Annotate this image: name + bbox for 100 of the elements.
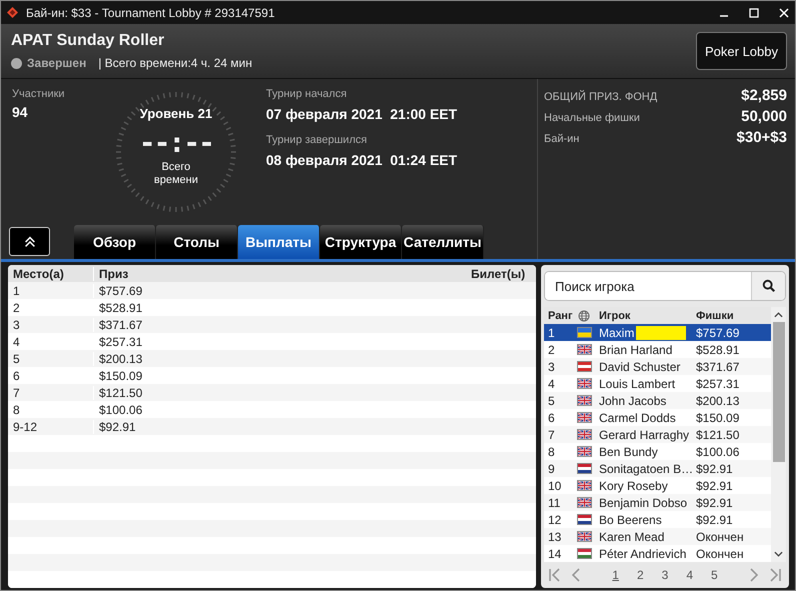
player-name: Sonitagatoen B… xyxy=(599,462,693,476)
rank-cell-text: 9 xyxy=(547,462,556,476)
flag-icon xyxy=(576,344,592,355)
clock-label: Всего времени xyxy=(153,161,199,188)
chips-cell-text: $150.09 xyxy=(695,410,740,424)
duration-text: | Всего времени:4 ч. 24 мин xyxy=(98,56,252,70)
chips-cell-text: Окончен xyxy=(695,530,745,544)
scrollbar-thumb[interactable] xyxy=(772,322,784,462)
start-label: Турнир начался xyxy=(266,88,348,100)
player-name: Brian Harland xyxy=(599,342,672,356)
tab[interactable]: Структура xyxy=(320,225,402,259)
close-icon[interactable] xyxy=(779,8,789,18)
prize-cell-text: $92.91 xyxy=(98,420,137,434)
column-header: Ранг xyxy=(547,310,573,322)
player-row[interactable]: 7 Gerard Harraghy $121.50 xyxy=(544,426,771,443)
flag-icon xyxy=(576,463,592,474)
flag-icon xyxy=(576,514,592,525)
place-cell: 3 xyxy=(8,318,94,332)
prize-cell-text: $150.09 xyxy=(98,368,144,382)
rank-cell-text: 1 xyxy=(547,326,556,340)
chips-cell-text: $92.91 xyxy=(695,478,734,492)
rank-cell-text: 10 xyxy=(547,478,562,492)
participants-count: 94 xyxy=(12,104,29,120)
flag-icon xyxy=(576,497,592,508)
player-name: Gerard Harraghy xyxy=(599,428,690,442)
page-link[interactable]: 4 xyxy=(681,568,698,582)
place-cell: 7 xyxy=(8,386,94,400)
tab[interactable]: Столы xyxy=(156,225,238,259)
place-cell: 2 xyxy=(8,300,94,314)
page-link[interactable]: 1 xyxy=(607,568,624,582)
prize-cell-text: $371.67 xyxy=(98,318,144,332)
end-label: Турнир завершился xyxy=(266,134,368,146)
prize-cell-text: $200.13 xyxy=(98,352,144,366)
rank-cell-text: 4 xyxy=(547,376,556,390)
chips-cell-text: $757.69 xyxy=(695,326,740,340)
player-name: John Jacobs xyxy=(599,394,666,408)
stat-label: Начальные фишки xyxy=(544,112,640,124)
flag-icon xyxy=(576,446,592,457)
prize-cell-text: $528.91 xyxy=(98,300,144,314)
search-button[interactable] xyxy=(751,272,785,300)
page-link[interactable]: 3 xyxy=(656,568,674,582)
flag-icon xyxy=(576,378,592,389)
player-name: Péter Andrievich xyxy=(599,546,686,560)
chips-cell-text: $371.67 xyxy=(695,360,740,374)
collapse-button[interactable] xyxy=(9,227,50,256)
player-name: Benjamin Dobso xyxy=(599,496,688,510)
player-row[interactable]: 9 Sonitagatoen B… $92.91 xyxy=(544,460,771,477)
player-row[interactable]: 11 Benjamin Dobso $92.91 xyxy=(544,494,771,511)
rank-cell-text: 5 xyxy=(547,394,556,408)
poker-lobby-button[interactable]: Poker Lobby xyxy=(696,32,787,70)
player-row[interactable]: 13 Karen Mead Окончен xyxy=(544,528,771,545)
flag-icon xyxy=(576,480,592,491)
rank-cell-text: 2 xyxy=(547,342,556,356)
rank-cell-text: 8 xyxy=(547,444,556,458)
flag-icon xyxy=(576,327,592,338)
place-cell: 4 xyxy=(8,334,94,348)
chips-cell-text: $121.50 xyxy=(695,428,740,442)
rank-cell-text: 11 xyxy=(547,496,562,510)
player-name: Louis Lambert xyxy=(599,376,676,390)
flag-icon xyxy=(576,548,592,559)
prize-cell-text: $100.06 xyxy=(98,402,144,416)
place-cell: 8 xyxy=(8,402,94,416)
chips-cell-text: $528.91 xyxy=(695,342,740,356)
scroll-up-icon[interactable] xyxy=(774,311,783,319)
chips-cell-text: $92.91 xyxy=(695,512,734,526)
stat-value: $30+$3 xyxy=(736,129,787,146)
page-link[interactable]: 5 xyxy=(706,568,723,582)
prize-cell-text: $121.50 xyxy=(98,386,144,400)
column-header: Билет(ы) xyxy=(470,266,526,280)
page-link[interactable]: 2 xyxy=(632,568,649,582)
player-row[interactable]: 1 Maxim $757.69 xyxy=(544,324,771,341)
column-header: Фишки xyxy=(695,310,735,322)
player-row[interactable]: 5 John Jacobs $200.13 xyxy=(544,392,771,409)
player-row[interactable]: 3 David Schuster $371.67 xyxy=(544,358,771,375)
player-name: Kory Roseby xyxy=(599,478,668,492)
tab[interactable]: Обзор xyxy=(74,225,156,259)
maximize-icon[interactable] xyxy=(749,8,759,18)
search-field[interactable]: Поиск игрока xyxy=(544,271,786,301)
place-cell: 5 xyxy=(8,352,94,366)
rank-cell-text: 14 xyxy=(547,546,562,560)
prize-cell-text: $757.69 xyxy=(98,284,144,298)
tournament-title: APAT Sunday Roller xyxy=(11,32,166,50)
chips-cell-text: $92.91 xyxy=(695,462,734,476)
rank-cell-text: 12 xyxy=(547,512,562,526)
rank-cell-text: 7 xyxy=(547,428,556,442)
stat-value: 50,000 xyxy=(741,108,787,125)
player-name: David Schuster xyxy=(599,360,680,374)
scroll-down-icon[interactable] xyxy=(774,550,783,558)
tab[interactable]: Выплаты xyxy=(238,225,320,259)
status-dot-icon xyxy=(11,58,22,68)
prize-cell-text: $257.31 xyxy=(98,334,144,348)
clock-display: --:-- xyxy=(138,129,214,157)
flag-icon xyxy=(576,429,592,440)
end-date: 08 февраля 2021 01:24 EET xyxy=(266,152,458,168)
player-name: Bo Beerens xyxy=(599,512,662,526)
player-name: Carmel Dodds xyxy=(599,410,676,424)
tab[interactable]: Сателлиты xyxy=(402,225,484,259)
chips-cell-text: $100.06 xyxy=(695,444,740,458)
logo-icon xyxy=(7,7,18,18)
player-name: Ben Bundy xyxy=(599,444,658,458)
